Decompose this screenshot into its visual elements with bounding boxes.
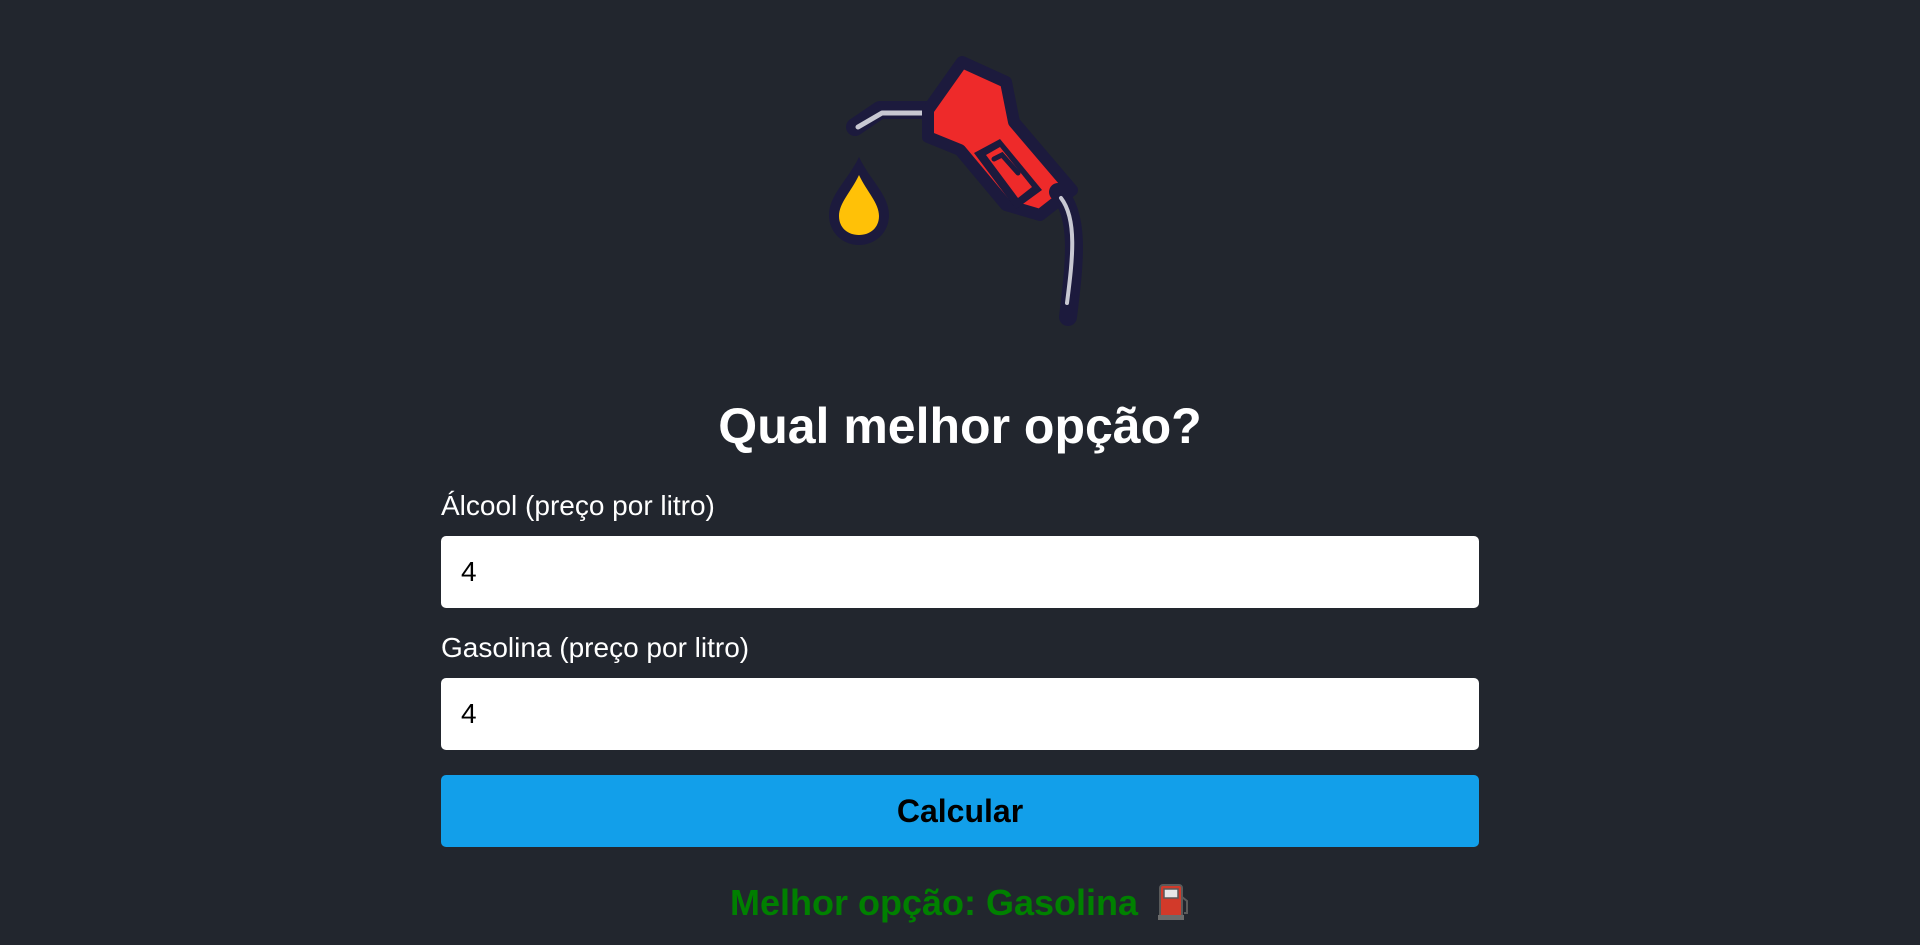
result-message: Melhor opção: Gasolina (0, 878, 1920, 928)
fuel-pump-icon (1158, 884, 1189, 921)
fuel-nozzle-icon (829, 56, 1083, 326)
page: Qual melhor opção? Álcool (preço por lit… (0, 0, 1920, 945)
result-text: Melhor opção: Gasolina (729, 882, 1139, 923)
alcohol-price-label: Álcool (preço por litro) (441, 490, 715, 521)
gasoline-price-input[interactable] (441, 678, 1479, 750)
fuel-form: Álcool (preço por litro) Gasolina (preço… (441, 486, 1479, 847)
gasoline-price-label: Gasolina (preço por litro) (441, 632, 750, 663)
calculate-button[interactable]: Calcular (441, 775, 1479, 847)
alcohol-price-input[interactable] (441, 536, 1479, 608)
page-title: Qual melhor opção? (718, 398, 1202, 454)
